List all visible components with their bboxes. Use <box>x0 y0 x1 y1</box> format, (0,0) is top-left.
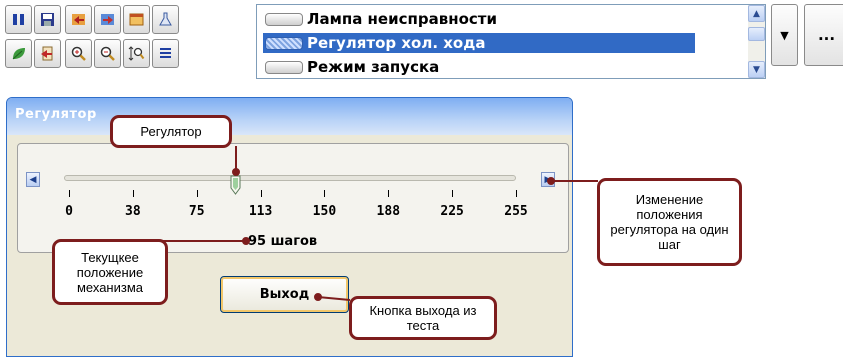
scale-tick <box>452 190 454 197</box>
scale-label: 188 <box>376 204 401 219</box>
lamp-icon <box>265 60 303 74</box>
save-button[interactable] <box>34 5 61 34</box>
list-item-label: Лампа неисправности <box>307 10 497 28</box>
more-button[interactable]: ... <box>804 4 843 66</box>
slider-track[interactable] <box>64 175 516 181</box>
prev-icon <box>72 14 85 25</box>
scale-tick <box>260 190 262 197</box>
next-icon <box>101 14 114 25</box>
scale-label: 113 <box>248 204 273 219</box>
scale-label: 0 <box>65 204 73 219</box>
next-button[interactable] <box>94 5 121 34</box>
callout-current-position: Текущкее положение механизма <box>52 239 168 305</box>
save-icon <box>41 13 54 26</box>
callout-text: Изменение положения регулятора на один ш… <box>610 192 729 252</box>
lamp-icon <box>265 36 303 50</box>
chevron-down-icon: ▼ <box>780 28 789 42</box>
scale-tick <box>69 190 70 197</box>
lamp-icon <box>265 12 303 26</box>
scale-label: 38 <box>125 204 141 219</box>
chevron-right-icon: ▶ <box>544 174 552 185</box>
list-item-label: Регулятор хол. хода <box>307 34 486 52</box>
window-icon <box>129 13 144 26</box>
leaf-icon <box>12 48 25 60</box>
scale-label: 255 <box>504 204 528 219</box>
prev-button[interactable] <box>65 5 92 34</box>
export-icon <box>41 46 53 61</box>
slider-thumb[interactable] <box>230 175 241 195</box>
callout-step-change: Изменение положения регулятора на один ш… <box>597 178 742 266</box>
window-titlebar: Регулятор <box>7 98 572 135</box>
chevron-left-icon: ◀ <box>29 174 37 185</box>
list-scrollbar[interactable]: ▲ ▼ <box>748 5 765 78</box>
list-item-label: Режим запуска <box>307 58 440 76</box>
window-title: Регулятор <box>15 107 97 122</box>
zoom-in-button[interactable] <box>65 39 92 68</box>
scale-label: 225 <box>440 204 464 219</box>
scale-tick <box>516 190 517 197</box>
list-item-selected[interactable]: Регулятор хол. хода <box>263 33 695 53</box>
list-button[interactable] <box>152 39 179 68</box>
callout-exit-button: Кнопка выхода из теста <box>349 296 497 340</box>
leaf-button[interactable] <box>5 39 32 68</box>
export-button[interactable] <box>34 39 61 68</box>
more-label: ... <box>817 26 836 44</box>
list-icon <box>160 48 171 58</box>
callout-regulator: Регулятор <box>110 115 232 148</box>
scroll-thumb[interactable] <box>748 27 765 41</box>
exit-button[interactable]: Выход <box>220 276 349 313</box>
callout-text: Регулятор <box>140 124 202 139</box>
scale-label: 75 <box>188 204 205 219</box>
step-left-button[interactable]: ◀ <box>26 172 40 187</box>
pause-icon <box>13 14 24 25</box>
zoom-out-icon <box>100 46 115 61</box>
scale-tick <box>388 190 390 197</box>
signal-list[interactable]: Лампа неисправности Регулятор хол. хода … <box>256 4 766 79</box>
scale-tick <box>196 190 198 197</box>
dropdown-button[interactable]: ▼ <box>771 4 798 66</box>
callout-text: Текущкее положение механизма <box>76 249 144 295</box>
scale-tick <box>324 190 326 197</box>
scale-tick <box>132 190 134 197</box>
zoom-fit-button[interactable] <box>123 39 150 68</box>
callout-text: Кнопка выхода из теста <box>369 303 477 333</box>
pause-button[interactable] <box>5 5 32 34</box>
list-item[interactable]: Лампа неисправности <box>265 9 497 29</box>
scroll-down-icon[interactable]: ▼ <box>748 61 765 78</box>
scale-label: 150 <box>312 204 337 219</box>
window-button[interactable] <box>123 5 150 34</box>
step-right-button[interactable]: ▶ <box>541 172 555 187</box>
zoom-in-icon <box>71 46 86 61</box>
flask-button[interactable] <box>152 5 179 34</box>
zoom-out-button[interactable] <box>94 39 121 68</box>
exit-button-label: Выход <box>259 287 310 302</box>
scroll-up-icon[interactable]: ▲ <box>748 5 765 22</box>
zoom-fit-icon <box>128 46 145 61</box>
position-readout: 95 шагов <box>248 234 318 249</box>
flask-icon <box>159 12 172 26</box>
list-item[interactable]: Режим запуска <box>265 57 439 77</box>
